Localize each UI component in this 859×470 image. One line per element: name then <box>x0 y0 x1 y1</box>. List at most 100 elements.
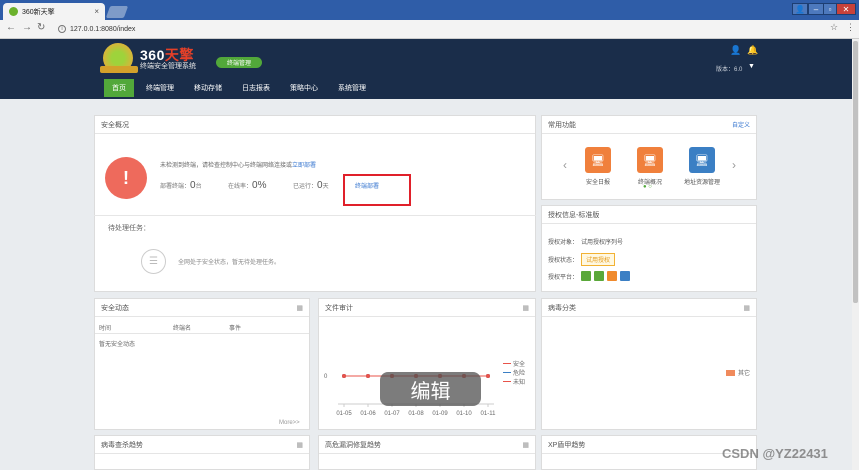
url-field[interactable]: i 127.0.0.1:8080/index <box>58 22 818 36</box>
grid-icon[interactable]: ▦ <box>296 304 303 312</box>
grid-icon[interactable]: ▦ <box>522 441 529 449</box>
chevron-right-icon[interactable]: › <box>732 158 736 172</box>
nav-storage[interactable]: 移动存储 <box>186 79 230 97</box>
grid-icon[interactable]: ▦ <box>522 304 529 312</box>
nav-home[interactable]: 首页 <box>104 79 134 97</box>
stat-value: 0% <box>252 180 267 191</box>
browser-menu-icon[interactable]: ⋮ <box>846 22 855 33</box>
logo-ribbon <box>100 66 138 73</box>
main-nav: 首页 终端管理 移动存储 日志报表 策略中心 系统管理 <box>0 79 852 97</box>
nav-system[interactable]: 系统管理 <box>330 79 374 97</box>
column-header: 终端名 <box>173 326 192 332</box>
scrollbar-thumb[interactable] <box>853 41 858 303</box>
security-message-text: 未检测到终端，请检查控制中心与终端网络连接或 <box>160 163 293 169</box>
license-status-badge: 试用授权 <box>581 253 616 266</box>
legend-item: 危险 <box>503 368 525 377</box>
user-window-icon[interactable]: 👤 <box>792 3 808 15</box>
license-status-row: 授权状态： 试用授权 <box>548 253 616 266</box>
customize-link[interactable]: 自定义 <box>732 120 750 129</box>
alert-icon: ! <box>105 157 147 199</box>
address-resource-icon[interactable]: 🖥 <box>689 147 715 173</box>
browser-tabstrip <box>0 0 859 20</box>
panel-header: 授权信息-标准版 <box>542 206 756 224</box>
x-tick-label: 01-10 <box>456 411 472 417</box>
nav-policy[interactable]: 策略中心 <box>282 79 326 97</box>
panel-title: 安全动态 <box>101 304 129 312</box>
divider <box>95 333 309 334</box>
grid-icon[interactable]: ▦ <box>296 441 303 449</box>
security-dynamics-panel: 安全动态 ▦ <box>94 298 310 430</box>
terminal-management-button[interactable]: 终端管理 <box>216 57 262 68</box>
virus-trend-panel: 病毒查杀趋势 ▦ <box>94 435 310 470</box>
grid-icon[interactable]: ▦ <box>743 304 750 312</box>
panel-header: 常用功能 自定义 <box>542 116 756 134</box>
panel-title: XP盾甲趋势 <box>548 441 586 449</box>
panel-title: 常用功能 <box>548 121 576 129</box>
daily-report-icon[interactable]: 🖥 <box>585 147 611 173</box>
panel-header: 病毒查杀趋势 ▦ <box>95 436 309 454</box>
panel-header: 高危漏洞修复趋势 ▦ <box>319 436 535 454</box>
bell-icon[interactable]: 🔔 <box>747 45 758 56</box>
nav-logs[interactable]: 日志报表 <box>234 79 278 97</box>
x-tick-label: 01-11 <box>481 411 497 417</box>
stat-running: 已运行：0天 <box>293 180 329 191</box>
column-header: 时间 <box>99 326 112 332</box>
stat-label: 部署终端： <box>160 184 191 190</box>
highlight-box <box>343 174 411 206</box>
panel-header: 安全动态 ▦ <box>95 299 309 317</box>
data-point <box>366 374 370 378</box>
pending-tasks-title: 待处理任务： <box>108 225 150 232</box>
edit-overlay-button[interactable]: 编辑 <box>380 372 481 406</box>
chevron-down-icon[interactable]: ▼ <box>748 63 755 70</box>
x-tick-label: 01-08 <box>408 411 424 417</box>
legend-item: 未知 <box>503 377 525 386</box>
panel-title: 授权信息-标准版 <box>548 211 600 219</box>
more-link[interactable]: More>> <box>279 420 300 426</box>
panel-header: 安全概况 <box>95 116 535 134</box>
chevron-left-icon[interactable]: ‹ <box>563 158 567 172</box>
stat-label: 已运行： <box>293 184 318 190</box>
column-header: 事件 <box>229 326 242 332</box>
legend-swatch <box>503 372 511 373</box>
pending-message: 全网处于安全状态，暂无待处理任务。 <box>178 260 281 266</box>
tab-close-icon[interactable]: × <box>94 7 99 16</box>
data-point <box>486 374 490 378</box>
x-tick-label: 01-05 <box>336 411 352 417</box>
bookmark-star-icon[interactable]: ☆ <box>830 22 838 33</box>
virus-legend: 其它 <box>726 368 750 377</box>
windows-server-icon <box>594 271 605 281</box>
carousel-dots[interactable]: ● ○ <box>643 184 652 190</box>
url-text: 127.0.0.1:8080/index <box>70 25 136 33</box>
data-point <box>342 374 346 378</box>
info-icon[interactable]: i <box>58 25 66 33</box>
browser-tab[interactable]: 360新天擎 × <box>3 3 105 20</box>
license-status-label: 授权状态： <box>548 258 579 264</box>
legend-label: 危险 <box>513 371 526 377</box>
legend-swatch <box>503 363 511 364</box>
panel-title: 文件审计 <box>325 304 353 312</box>
deploy-now-link[interactable]: 立即部署 <box>292 163 316 169</box>
forward-icon[interactable]: → <box>22 22 32 33</box>
terminal-overview-icon[interactable]: 🖥 <box>637 147 663 173</box>
panel-title: 病毒分类 <box>548 304 576 312</box>
legend-label: 未知 <box>513 380 526 386</box>
divider <box>94 215 536 216</box>
x-tick-label: 01-07 <box>384 411 400 417</box>
reload-icon[interactable]: ↻ <box>37 22 45 33</box>
user-icon[interactable]: 👤 <box>730 45 741 56</box>
close-window-button[interactable]: ✕ <box>836 3 856 15</box>
windows-icon <box>581 271 592 281</box>
x-tick-label: 01-06 <box>360 411 376 417</box>
minimize-button[interactable]: – <box>808 3 824 15</box>
panel-header: 文件审计 ▦ <box>319 299 535 317</box>
back-icon[interactable]: ← <box>6 22 16 33</box>
list-icon: ☰ <box>141 249 166 274</box>
stat-unit: 台 <box>195 184 202 190</box>
panel-title: 高危漏洞修复趋势 <box>325 441 381 449</box>
license-target-value: 试用授权序列号 <box>581 240 624 246</box>
stat-unit: 天 <box>322 184 329 190</box>
legend-item: 安全 <box>503 359 525 368</box>
flag-icon <box>607 271 618 281</box>
nav-terminal[interactable]: 终端管理 <box>138 79 182 97</box>
maximize-button[interactable]: ▫ <box>823 3 837 15</box>
